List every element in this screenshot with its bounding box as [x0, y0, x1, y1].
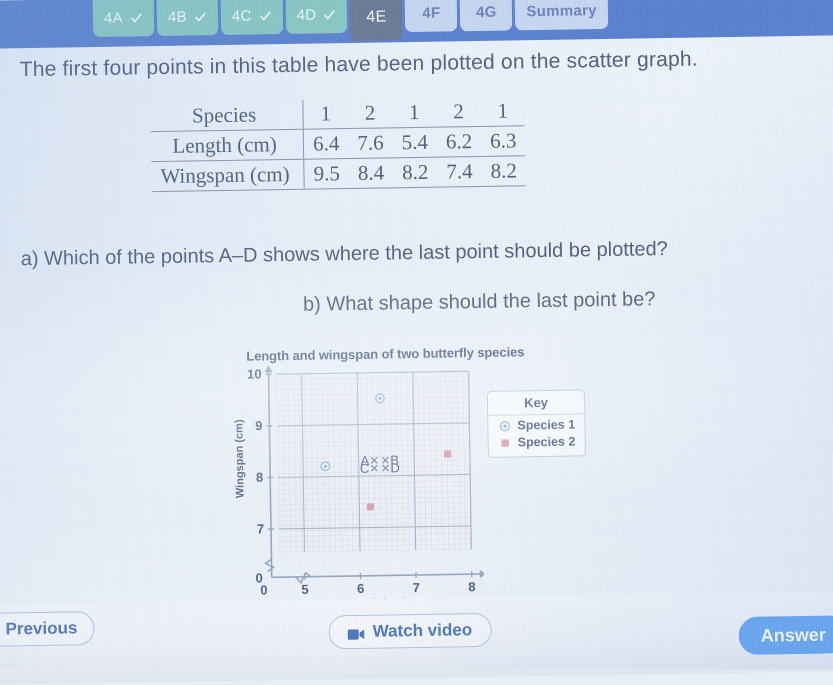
- legend-label: Species 1: [517, 418, 575, 433]
- tab-4a[interactable]: 4A: [93, 0, 155, 37]
- scatter-chart: Length and wingspan of two butterfly spe…: [230, 343, 594, 611]
- table-cell: 8.4: [349, 158, 394, 189]
- table-cell: 9.5: [304, 159, 349, 190]
- svg-text:6: 6: [357, 581, 364, 596]
- tab-4f[interactable]: 4F: [405, 0, 458, 32]
- previous-button[interactable]: Previous: [0, 611, 95, 647]
- table-cell: 6.2: [437, 126, 482, 157]
- chart-plot-svg: 07891005678ABCD: [230, 359, 484, 603]
- row-label-wingspan: Wingspan (cm): [151, 159, 304, 191]
- tab-4e[interactable]: 4E: [350, 0, 403, 41]
- table-cell: 8.2: [393, 157, 438, 188]
- tab-label: 4A: [104, 9, 123, 26]
- legend-item-species-2: Species 2: [489, 431, 585, 450]
- svg-text:8: 8: [468, 579, 475, 594]
- check-icon: [130, 11, 143, 24]
- question-a: a) Which of the points A–D shows where t…: [21, 236, 811, 271]
- table-cell: 5.4: [392, 127, 437, 158]
- circle-marker-icon: [499, 420, 510, 431]
- data-table-wrapper: Species 1 2 1 2 1 Length (cm) 6.4 7.6 5.…: [150, 96, 526, 192]
- table-cell: 6.3: [481, 126, 526, 157]
- tab-label: 4E: [366, 8, 386, 26]
- table-cell: 2: [436, 97, 481, 127]
- table-cell: 1: [392, 98, 437, 128]
- table-cell: 6.4: [303, 129, 348, 160]
- check-icon: [259, 9, 272, 22]
- tab-4c[interactable]: 4C: [221, 0, 283, 35]
- legend-label: Species 2: [518, 435, 576, 450]
- svg-text:D: D: [390, 460, 400, 475]
- row-label-length: Length (cm): [151, 129, 304, 161]
- question-b: b) What shape should the last point be?: [0, 288, 656, 321]
- check-icon: [323, 8, 336, 21]
- intro-text: The first four points in this table have…: [20, 46, 810, 82]
- square-marker-icon: [500, 437, 511, 448]
- tab-4b[interactable]: 4B: [157, 0, 219, 36]
- table-cell: 1: [480, 96, 525, 126]
- table-cell: 2: [348, 98, 393, 128]
- row-label-species: Species: [150, 100, 303, 132]
- lesson-page: 4A 4B 4C 4D 4E 4F: [0, 0, 833, 685]
- table-row: Wingspan (cm) 9.5 8.4 8.2 7.4 8.2: [151, 156, 526, 192]
- tab-label: 4G: [476, 3, 497, 20]
- chevron-left-icon: [0, 620, 1, 640]
- tab-label: 4C: [232, 7, 252, 24]
- svg-text:8: 8: [256, 470, 263, 485]
- table-cell: 7.4: [437, 156, 482, 187]
- legend-heading: Key: [488, 394, 584, 416]
- legend-item-species-1: Species 1: [488, 414, 584, 433]
- answer-button[interactable]: Answer: [738, 615, 833, 655]
- video-camera-icon: [348, 625, 365, 638]
- check-icon: [194, 10, 207, 23]
- svg-text:7: 7: [413, 580, 420, 595]
- table-cell: 7.6: [348, 128, 393, 159]
- tab-label: 4B: [168, 8, 187, 25]
- svg-text:9: 9: [255, 418, 262, 433]
- svg-text:C: C: [360, 461, 370, 476]
- answer-button-label: Answer: [761, 624, 826, 646]
- tab-label: 4F: [422, 4, 440, 21]
- tab-label: Summary: [526, 2, 597, 20]
- chart-legend: Key Species 1 Species 2: [487, 389, 586, 458]
- svg-text:10: 10: [247, 366, 262, 381]
- table-cell: 1: [303, 99, 348, 129]
- watch-video-label: Watch video: [372, 620, 472, 642]
- svg-text:0: 0: [260, 582, 267, 597]
- previous-button-label: Previous: [5, 618, 77, 639]
- watch-video-button[interactable]: Watch video: [328, 613, 491, 650]
- svg-text:5: 5: [301, 582, 308, 597]
- tab-summary[interactable]: Summary: [515, 0, 608, 30]
- tab-strip: 4A 4B 4C 4D 4E 4F: [93, 0, 609, 47]
- svg-text:7: 7: [257, 521, 264, 536]
- tab-4g[interactable]: 4G: [460, 0, 513, 31]
- tab-label: 4D: [296, 6, 316, 23]
- table-cell: 8.2: [481, 156, 526, 187]
- data-table: Species 1 2 1 2 1 Length (cm) 6.4 7.6 5.…: [150, 96, 526, 192]
- tab-4d[interactable]: 4D: [285, 0, 347, 34]
